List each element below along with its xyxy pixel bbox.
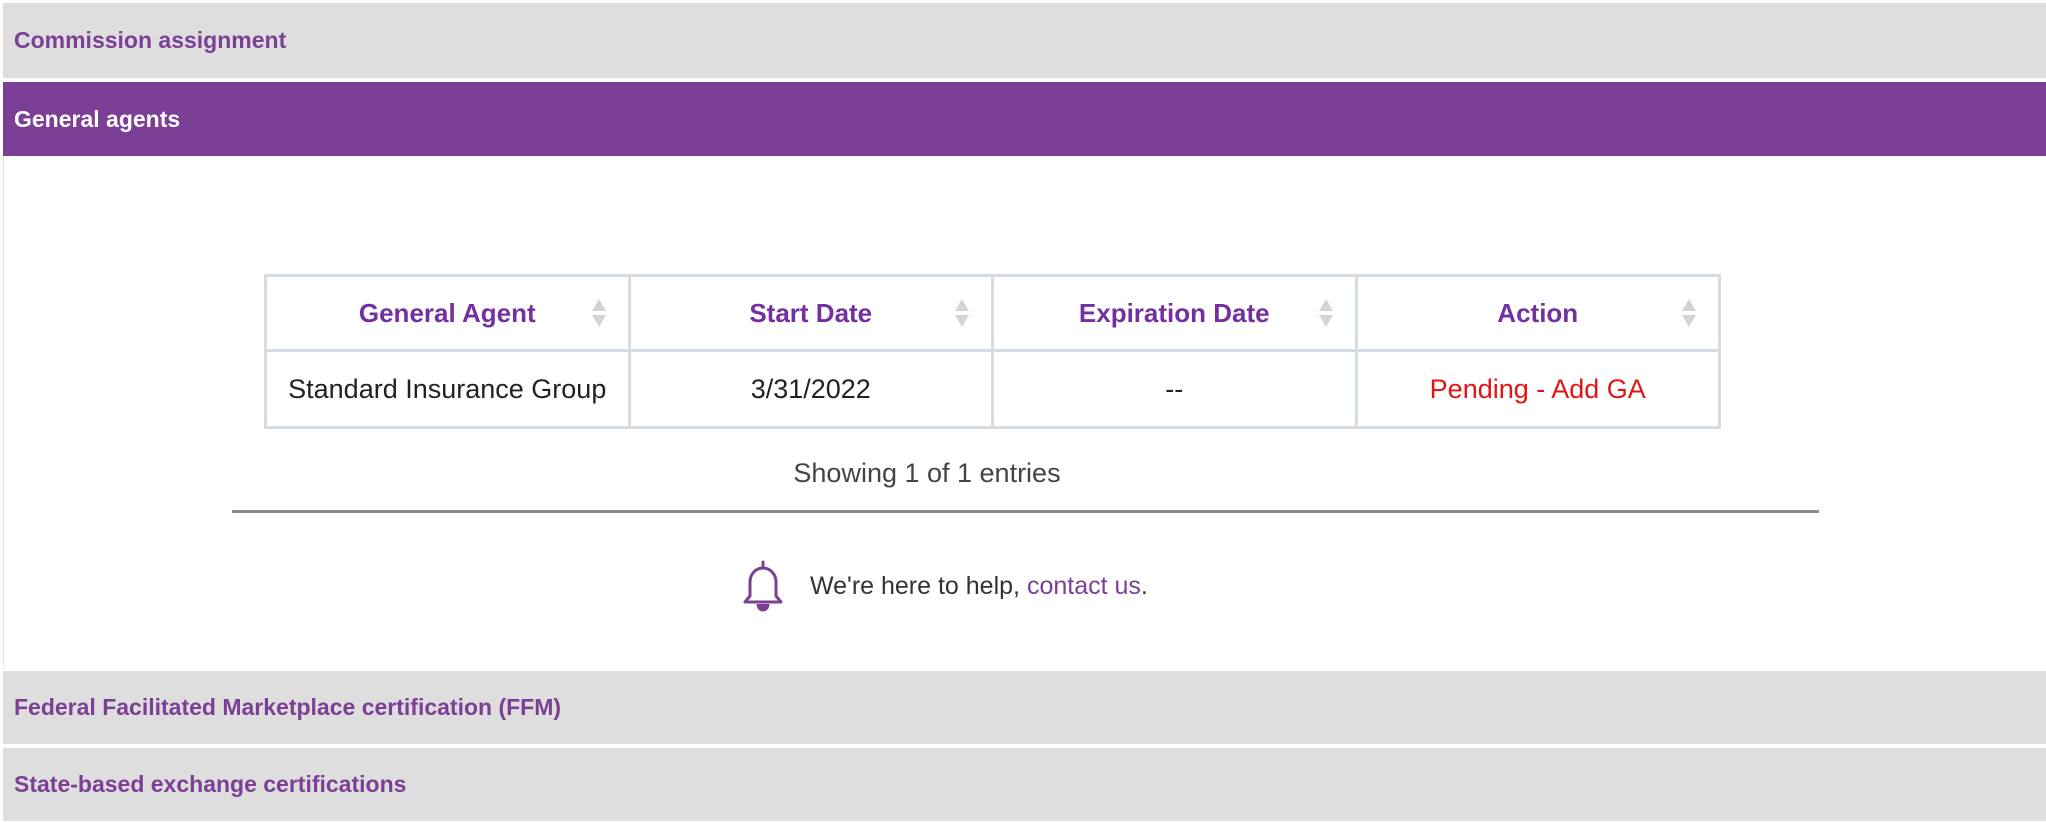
table-row: Standard Insurance Group 3/31/2022 -- Pe…: [264, 349, 1721, 429]
column-header-label: Expiration Date: [1078, 297, 1270, 328]
accordion-commission-assignment[interactable]: Commission assignment: [3, 3, 2046, 78]
help-text: We're here to help, contact us.: [810, 572, 1148, 601]
cell-start-date: 3/31/2022: [627, 349, 994, 429]
accordion-state-exchange-certifications[interactable]: State-based exchange certifications: [3, 748, 2046, 821]
divider: [232, 510, 1819, 513]
table-header-row: General Agent Start Date Expiration Date: [264, 274, 1721, 352]
contact-us-link[interactable]: contact us: [1027, 572, 1141, 600]
bell-icon: [743, 560, 783, 612]
sort-icon[interactable]: [590, 297, 608, 329]
sort-icon[interactable]: [1680, 297, 1698, 329]
accordion-ffm-label: Federal Facilitated Marketplace certific…: [14, 694, 562, 720]
accordion-general-agents-label: General agents: [14, 105, 181, 132]
accordion-ffm-certification[interactable]: Federal Facilitated Marketplace certific…: [3, 671, 2046, 744]
help-suffix: .: [1140, 571, 1148, 600]
sort-icon[interactable]: [953, 297, 971, 329]
column-header-label: Start Date: [749, 297, 873, 328]
column-header-action[interactable]: Action: [1354, 274, 1721, 352]
general-agents-table: General Agent Start Date Expiration Date: [264, 274, 1721, 429]
column-header-start-date[interactable]: Start Date: [627, 274, 994, 352]
cell-action: Pending - Add GA: [1354, 349, 1721, 429]
column-header-label: General Agent: [358, 297, 536, 328]
column-header-general-agent[interactable]: General Agent: [264, 274, 631, 352]
accordion-commission-label: Commission assignment: [14, 27, 287, 53]
help-row: We're here to help, contact us.: [740, 560, 1148, 612]
accordion-general-agents[interactable]: General agents: [3, 82, 2046, 156]
column-header-label: Action: [1497, 297, 1579, 328]
entries-info: Showing 1 of 1 entries: [793, 458, 1061, 488]
cell-expiration-date: --: [991, 349, 1358, 429]
accordion-state-label: State-based exchange certifications: [14, 771, 407, 797]
column-header-expiration-date[interactable]: Expiration Date: [991, 274, 1358, 352]
sort-icon[interactable]: [1317, 297, 1335, 329]
cell-general-agent: Standard Insurance Group: [264, 349, 631, 429]
page: Commission assignment General agents Gen…: [0, 0, 2046, 822]
pending-add-ga-link[interactable]: Pending - Add GA: [1430, 374, 1646, 404]
help-message: We're here to help,: [810, 571, 1027, 600]
